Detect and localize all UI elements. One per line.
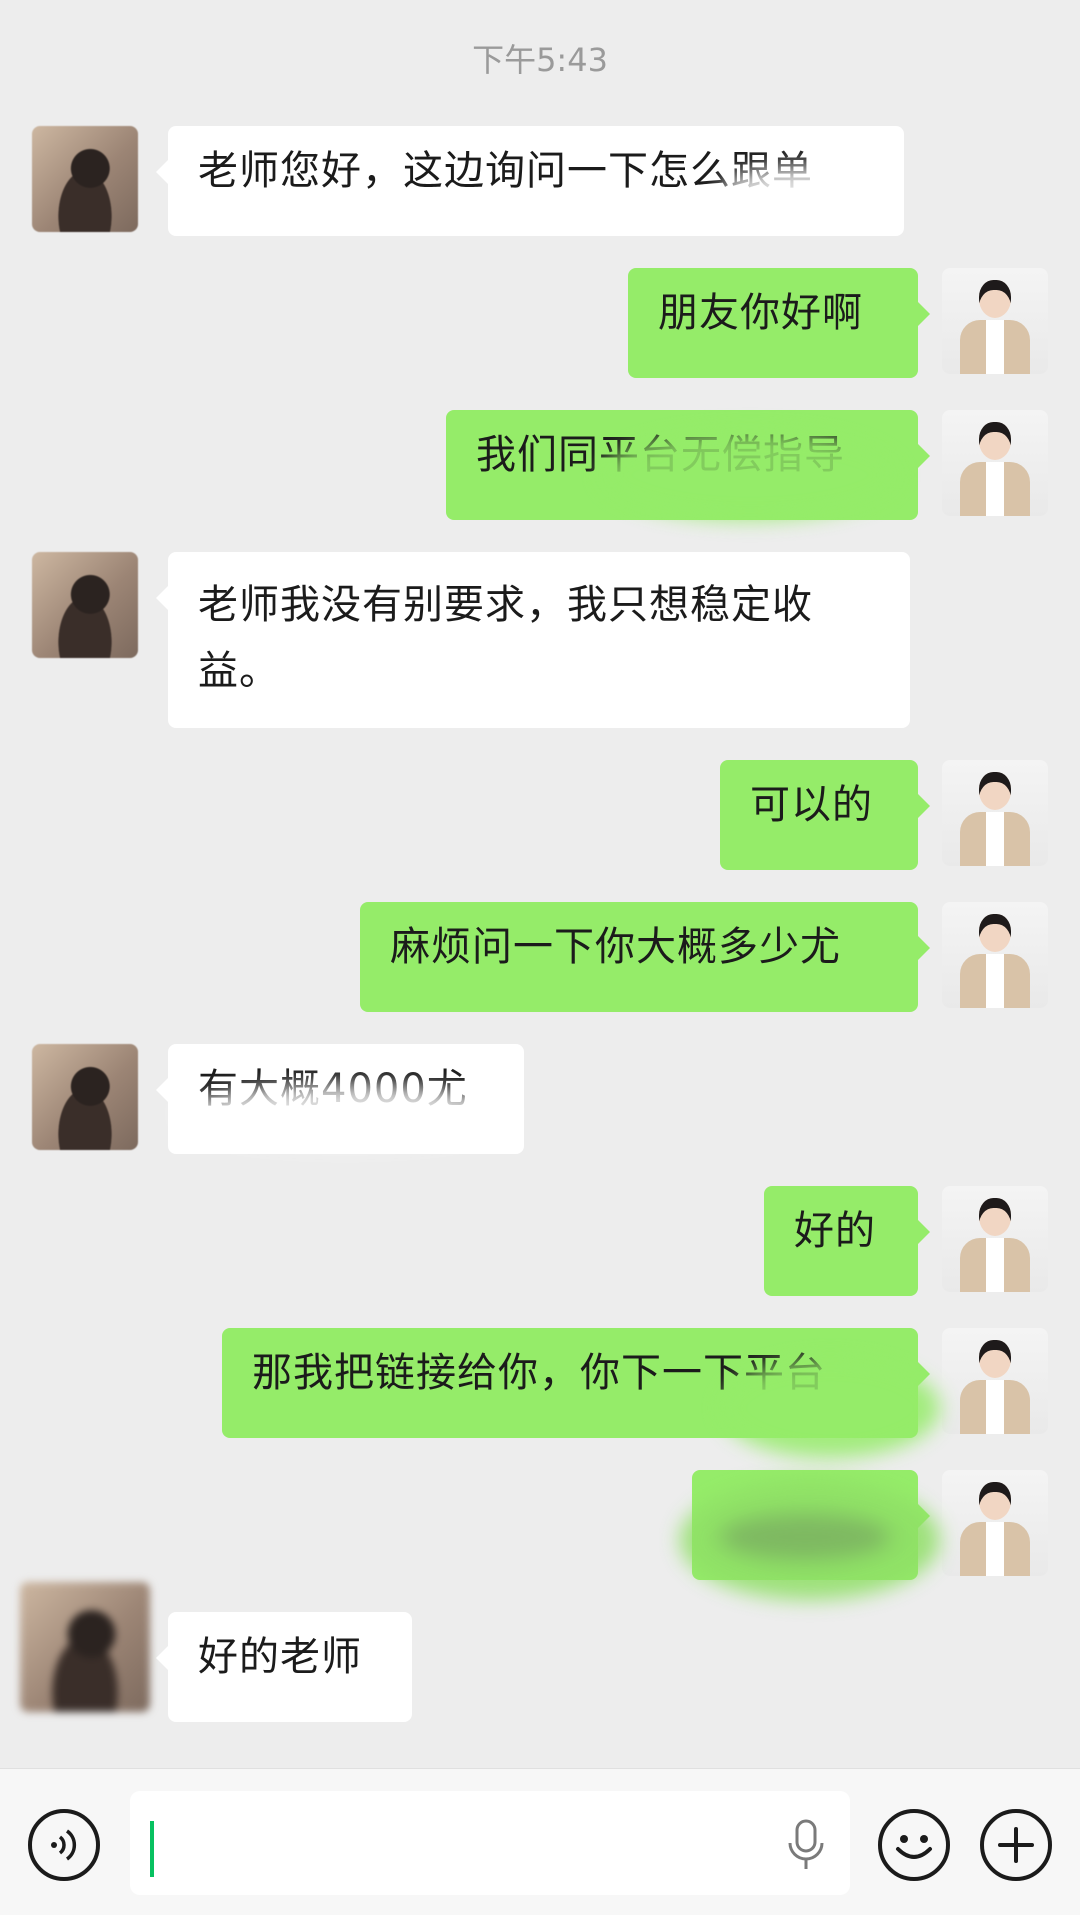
my-avatar[interactable] (942, 1470, 1048, 1576)
outgoing-message-bubble[interactable]: 麻烦问一下你大概多少尤 (360, 902, 930, 1012)
voice-icon (51, 1829, 77, 1861)
microphone-icon[interactable] (784, 1817, 828, 1873)
outgoing-message-bubble[interactable]: 我们同平台无偿指导 (446, 410, 930, 520)
outgoing-message-bubble[interactable]: 好的 (764, 1186, 930, 1296)
message-input[interactable] (130, 1791, 850, 1895)
message-timestamp: 下午5:43 (472, 41, 608, 79)
message-text: 可以的 (750, 782, 873, 828)
message-text: 好的老师 (198, 1634, 362, 1680)
message-text: 老师您好，这边询问一下怎么跟单 (198, 148, 813, 194)
message-text: 我们同平台无偿指导 (476, 432, 845, 478)
message-text: 麻烦问一下你大概多少尤 (390, 924, 841, 970)
message-text: 朋友你好啊 (658, 290, 863, 336)
outgoing-message-bubble[interactable] (692, 1470, 930, 1580)
contact-avatar[interactable] (20, 1582, 150, 1712)
voice-button[interactable] (28, 1809, 100, 1881)
my-avatar[interactable] (942, 1186, 1048, 1292)
incoming-message-bubble[interactable]: 老师我没有别要求，我只想稳定收益。 (156, 552, 910, 728)
my-avatar[interactable] (942, 410, 1048, 516)
message-text: 有大概4000尤 (198, 1066, 468, 1112)
incoming-message-bubble[interactable]: 老师您好，这边询问一下怎么跟单 (156, 126, 904, 236)
incoming-message-bubble[interactable]: 有大概4000尤 (156, 1044, 524, 1154)
outgoing-message-bubble[interactable]: 那我把链接给你，你下一下平台 (222, 1328, 930, 1438)
my-avatar[interactable] (942, 760, 1048, 866)
text-caret (150, 1821, 154, 1877)
emoji-icon (896, 1835, 932, 1859)
contact-avatar[interactable] (32, 552, 138, 658)
message-text: 好的 (794, 1208, 876, 1254)
message-text: 那我把链接给你，你下一下平台 (252, 1350, 826, 1396)
incoming-message-bubble[interactable]: 好的老师 (156, 1612, 412, 1722)
contact-avatar[interactable] (32, 126, 138, 232)
outgoing-message-bubble[interactable]: 朋友你好啊 (628, 268, 930, 378)
plus-icon (998, 1827, 1034, 1863)
my-avatar[interactable] (942, 902, 1048, 1008)
contact-avatar[interactable] (32, 1044, 138, 1150)
outgoing-message-bubble[interactable]: 可以的 (720, 760, 930, 870)
chat-area: 下午5:43 老师您好，这边询问一下怎么跟单 朋友你好啊 我们同平台无偿指导 老… (0, 0, 1080, 1768)
my-avatar[interactable] (942, 1328, 1048, 1434)
input-toolbar (0, 1768, 1080, 1915)
emoji-button[interactable] (878, 1809, 950, 1881)
message-text: 老师我没有别要求，我只想稳定收益。 (198, 582, 813, 694)
my-avatar[interactable] (942, 268, 1048, 374)
more-button[interactable] (980, 1809, 1052, 1881)
